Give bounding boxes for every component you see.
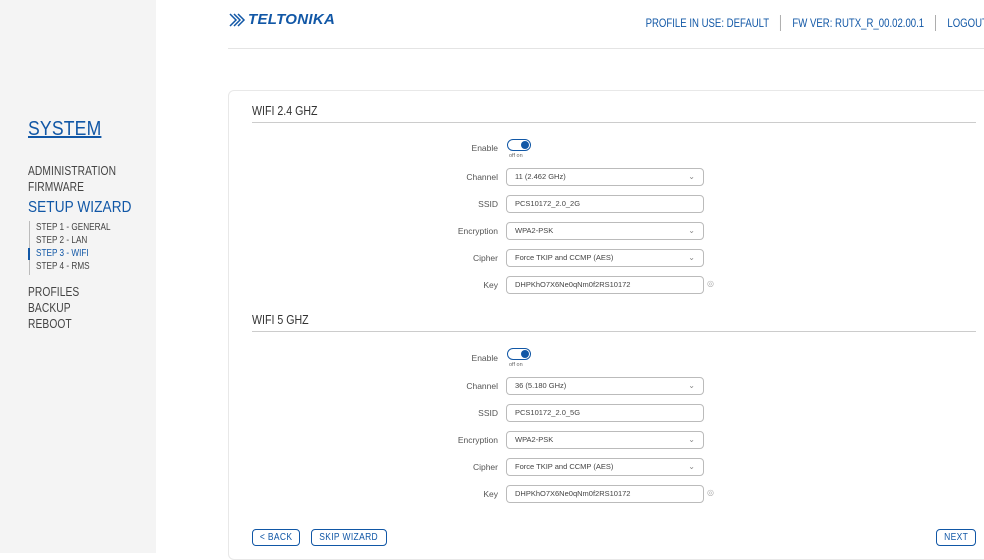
chevron-down-icon: ⌄ (688, 381, 695, 390)
sidebar-item-administration[interactable]: ADMINISTRATION (28, 164, 116, 178)
sidebar-step-lan[interactable]: STEP 2 - LAN (36, 235, 87, 246)
select-value: 11 (2.462 GHz) (515, 172, 566, 181)
label-cipher: Cipher (472, 462, 498, 472)
sidebar-item-profiles[interactable]: PROFILES (28, 285, 79, 299)
teltonika-logo[interactable]: TELTONIKA (228, 11, 335, 28)
sidebar-step-rms[interactable]: STEP 4 - RMS (36, 261, 90, 272)
select-value: Force TKIP and CCMP (AES) (515, 253, 614, 262)
label-key: Key (483, 280, 498, 290)
wifi5-channel-select[interactable]: 36 (5.180 GHz) ⌄ (506, 377, 704, 395)
toggle-knob (521, 350, 529, 358)
wifi24-key-input[interactable]: DHPKhO7X6Ne0qNm0f2RS10172 (506, 276, 704, 294)
teltonika-logo-icon (229, 12, 246, 27)
wifi24-encryption-select[interactable]: WPA2-PSK ⌄ (506, 222, 704, 240)
wifi24-cipher-select[interactable]: Force TKIP and CCMP (AES) ⌄ (506, 249, 704, 267)
sidebar: SYSTEM ADMINISTRATION FIRMWARE SETUP WIZ… (0, 0, 156, 553)
toggle-off-on-label: off on (509, 362, 523, 368)
next-button[interactable]: NEXT (936, 529, 976, 546)
sidebar-title-system[interactable]: SYSTEM (28, 118, 101, 141)
select-value: WPA2-PSK (515, 435, 554, 444)
header-divider (228, 48, 984, 49)
wifi24-channel-select[interactable]: 11 (2.462 GHz) ⌄ (506, 168, 704, 186)
label-channel: Channel (466, 172, 498, 182)
chevron-down-icon: ⌄ (688, 226, 695, 235)
section-divider (252, 122, 976, 123)
label-ssid: SSID (478, 199, 498, 209)
wifi24-ssid-input[interactable]: PCS10172_2.0_2G (506, 195, 704, 213)
header-status: PROFILE IN USE: DEFAULT FW VER: RUTX_R_0… (646, 15, 984, 31)
sidebar-step-wifi[interactable]: STEP 3 - WIFI (36, 248, 89, 259)
back-button[interactable]: < BACK (252, 529, 300, 546)
wifi5-encryption-select[interactable]: WPA2-PSK ⌄ (506, 431, 704, 449)
wifi5-enable-toggle[interactable] (507, 348, 531, 360)
section-title-wifi24: WIFI 2.4 GHZ (252, 104, 318, 118)
header-separator (935, 15, 937, 31)
label-cipher: Cipher (472, 253, 498, 263)
logo-text: TELTONIKA (248, 11, 336, 28)
chevron-down-icon: ⌄ (688, 435, 695, 444)
input-value: PCS10172_2.0_2G (515, 199, 581, 208)
wifi5-key-input[interactable]: DHPKhO7X6Ne0qNm0f2RS10172 (506, 485, 704, 503)
active-step-indicator (28, 248, 30, 260)
input-value: PCS10172_2.0_5G (515, 408, 581, 417)
label-encryption: Encryption (457, 435, 498, 445)
section-title-wifi5: WIFI 5 GHZ (252, 313, 309, 327)
select-value: WPA2-PSK (515, 226, 554, 235)
chevron-down-icon: ⌄ (688, 253, 695, 262)
wifi5-cipher-select[interactable]: Force TKIP and CCMP (AES) ⌄ (506, 458, 704, 476)
label-enable: Enable (471, 143, 498, 153)
next-button-label: NEXT (943, 532, 969, 543)
input-value: DHPKhO7X6Ne0qNm0f2RS10172 (515, 280, 631, 289)
eye-icon[interactable]: ◎ (707, 488, 714, 497)
back-button-label: < BACK (259, 532, 293, 543)
chevron-down-icon: ⌄ (688, 172, 695, 181)
toggle-knob (521, 141, 529, 149)
sidebar-item-backup[interactable]: BACKUP (28, 301, 71, 315)
sidebar-item-reboot[interactable]: REBOOT (28, 317, 72, 331)
toggle-off-on-label: off on (509, 153, 523, 159)
label-key: Key (483, 489, 498, 499)
profile-in-use: PROFILE IN USE: DEFAULT (645, 16, 770, 30)
label-ssid: SSID (478, 408, 498, 418)
input-value: DHPKhO7X6Ne0qNm0f2RS10172 (515, 489, 631, 498)
firmware-version: FW VER: RUTX_R_00.02.00.1 (792, 16, 925, 30)
label-channel: Channel (466, 381, 498, 391)
label-enable: Enable (471, 353, 498, 363)
sidebar-item-firmware[interactable]: FIRMWARE (28, 180, 84, 194)
select-value: Force TKIP and CCMP (AES) (515, 462, 614, 471)
section-divider (252, 331, 976, 332)
logout-link[interactable]: LOGOUT (947, 16, 984, 30)
wifi5-ssid-input[interactable]: PCS10172_2.0_5G (506, 404, 704, 422)
sidebar-item-setup-wizard[interactable]: SETUP WIZARD (28, 199, 132, 217)
select-value: 36 (5.180 GHz) (515, 381, 567, 390)
eye-icon[interactable]: ◎ (707, 279, 714, 288)
skip-wizard-label: SKIP WIZARD (319, 532, 379, 543)
sidebar-step-general[interactable]: STEP 1 - GENERAL (36, 222, 111, 233)
header-separator (780, 15, 782, 31)
label-encryption: Encryption (457, 226, 498, 236)
wifi24-enable-toggle[interactable] (507, 139, 531, 151)
chevron-down-icon: ⌄ (688, 462, 695, 471)
skip-wizard-button[interactable]: SKIP WIZARD (311, 529, 387, 546)
